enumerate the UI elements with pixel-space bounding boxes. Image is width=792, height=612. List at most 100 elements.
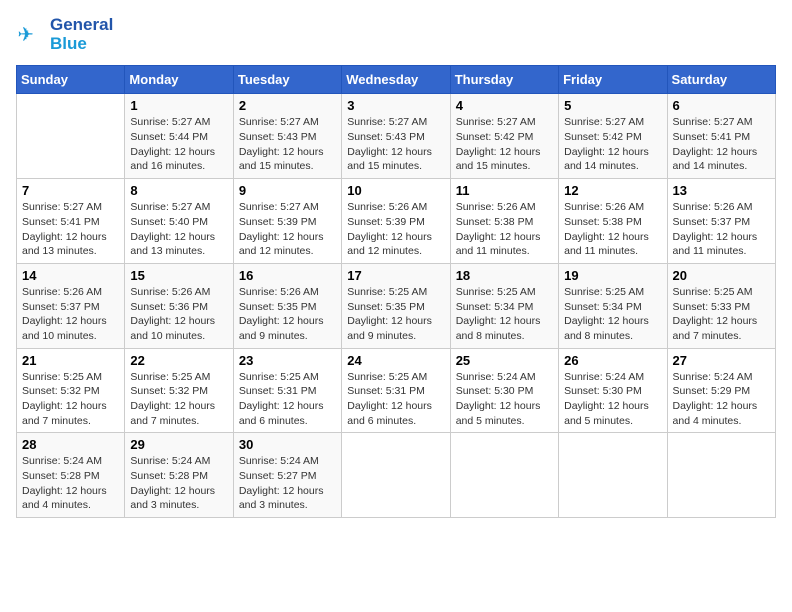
day-cell: 18 Sunrise: 5:25 AM Sunset: 5:34 PM Dayli…: [450, 263, 558, 348]
logo-line1: General: [50, 16, 113, 35]
week-row-5: 28 Sunrise: 5:24 AM Sunset: 5:28 PM Dayli…: [17, 433, 776, 518]
day-number: 8: [130, 183, 227, 198]
day-cell: 13 Sunrise: 5:26 AM Sunset: 5:37 PM Dayli…: [667, 179, 775, 264]
week-row-2: 7 Sunrise: 5:27 AM Sunset: 5:41 PM Daylig…: [17, 179, 776, 264]
day-info: Sunrise: 5:27 AM Sunset: 5:41 PM Dayligh…: [22, 200, 119, 259]
day-number: 21: [22, 353, 119, 368]
day-number: 10: [347, 183, 444, 198]
day-number: 16: [239, 268, 336, 283]
day-cell: 9 Sunrise: 5:27 AM Sunset: 5:39 PM Daylig…: [233, 179, 341, 264]
logo-icon: ✈: [16, 20, 46, 50]
day-number: 14: [22, 268, 119, 283]
day-cell: [450, 433, 558, 518]
day-number: 27: [673, 353, 770, 368]
logo: ✈ General Blue: [16, 16, 113, 53]
day-info: Sunrise: 5:27 AM Sunset: 5:42 PM Dayligh…: [456, 115, 553, 174]
day-cell: 29Sunrise: 5:24 AM Sunset: 5:28 PM Dayli…: [125, 433, 233, 518]
header-row: SundayMondayTuesdayWednesdayThursdayFrid…: [17, 66, 776, 94]
day-number: 29: [130, 437, 227, 452]
day-number: 19: [564, 268, 661, 283]
day-cell: 27 Sunrise: 5:24 AM Sunset: 5:29 PM Dayli…: [667, 348, 775, 433]
day-number: 5: [564, 98, 661, 113]
day-number: 25: [456, 353, 553, 368]
day-info: Sunrise: 5:26 AM Sunset: 5:36 PM Dayligh…: [130, 285, 227, 344]
day-cell: [559, 433, 667, 518]
day-number: 7: [22, 183, 119, 198]
day-cell: 1 Sunrise: 5:27 AM Sunset: 5:44 PM Daylig…: [125, 94, 233, 179]
day-info: Sunrise: 5:24 AM Sunset: 5:30 PM Dayligh…: [456, 370, 553, 429]
col-header-friday: Friday: [559, 66, 667, 94]
day-info: Sunrise: 5:27 AM Sunset: 5:41 PM Dayligh…: [673, 115, 770, 174]
day-info: Sunrise: 5:25 AM Sunset: 5:32 PM Dayligh…: [130, 370, 227, 429]
day-info: Sunrise: 5:27 AM Sunset: 5:43 PM Dayligh…: [347, 115, 444, 174]
day-number: 20: [673, 268, 770, 283]
day-info: Sunrise: 5:25 AM Sunset: 5:34 PM Dayligh…: [564, 285, 661, 344]
day-info: Sunrise: 5:27 AM Sunset: 5:39 PM Dayligh…: [239, 200, 336, 259]
day-cell: [17, 94, 125, 179]
day-info: Sunrise: 5:26 AM Sunset: 5:38 PM Dayligh…: [564, 200, 661, 259]
col-header-tuesday: Tuesday: [233, 66, 341, 94]
day-number: 24: [347, 353, 444, 368]
day-cell: 11 Sunrise: 5:26 AM Sunset: 5:38 PM Dayli…: [450, 179, 558, 264]
day-info: Sunrise: 5:25 AM Sunset: 5:34 PM Dayligh…: [456, 285, 553, 344]
day-number: 4: [456, 98, 553, 113]
day-info: Sunrise: 5:24 AM Sunset: 5:27 PM Dayligh…: [239, 454, 336, 513]
day-info: Sunrise: 5:27 AM Sunset: 5:44 PM Dayligh…: [130, 115, 227, 174]
day-number: 11: [456, 183, 553, 198]
day-number: 13: [673, 183, 770, 198]
day-cell: 8Sunrise: 5:27 AM Sunset: 5:40 PM Daylig…: [125, 179, 233, 264]
day-cell: 30 Sunrise: 5:24 AM Sunset: 5:27 PM Dayli…: [233, 433, 341, 518]
day-number: 9: [239, 183, 336, 198]
day-cell: 26 Sunrise: 5:24 AM Sunset: 5:30 PM Dayli…: [559, 348, 667, 433]
day-cell: 21 Sunrise: 5:25 AM Sunset: 5:32 PM Dayli…: [17, 348, 125, 433]
day-cell: 2Sunrise: 5:27 AM Sunset: 5:43 PM Daylig…: [233, 94, 341, 179]
day-cell: 17Sunrise: 5:25 AM Sunset: 5:35 PM Dayli…: [342, 263, 450, 348]
day-cell: 19 Sunrise: 5:25 AM Sunset: 5:34 PM Dayli…: [559, 263, 667, 348]
day-number: 1: [130, 98, 227, 113]
day-cell: 28 Sunrise: 5:24 AM Sunset: 5:28 PM Dayli…: [17, 433, 125, 518]
day-info: Sunrise: 5:25 AM Sunset: 5:31 PM Dayligh…: [239, 370, 336, 429]
day-info: Sunrise: 5:24 AM Sunset: 5:30 PM Dayligh…: [564, 370, 661, 429]
day-cell: 5Sunrise: 5:27 AM Sunset: 5:42 PM Daylig…: [559, 94, 667, 179]
day-number: 12: [564, 183, 661, 198]
col-header-monday: Monday: [125, 66, 233, 94]
day-cell: 22 Sunrise: 5:25 AM Sunset: 5:32 PM Dayli…: [125, 348, 233, 433]
day-info: Sunrise: 5:26 AM Sunset: 5:37 PM Dayligh…: [22, 285, 119, 344]
day-info: Sunrise: 5:24 AM Sunset: 5:28 PM Dayligh…: [22, 454, 119, 513]
day-cell: 6Sunrise: 5:27 AM Sunset: 5:41 PM Daylig…: [667, 94, 775, 179]
day-number: 2: [239, 98, 336, 113]
day-number: 30: [239, 437, 336, 452]
day-cell: 20 Sunrise: 5:25 AM Sunset: 5:33 PM Dayli…: [667, 263, 775, 348]
day-info: Sunrise: 5:26 AM Sunset: 5:38 PM Dayligh…: [456, 200, 553, 259]
day-cell: 15 Sunrise: 5:26 AM Sunset: 5:36 PM Dayli…: [125, 263, 233, 348]
day-info: Sunrise: 5:25 AM Sunset: 5:31 PM Dayligh…: [347, 370, 444, 429]
col-header-sunday: Sunday: [17, 66, 125, 94]
day-info: Sunrise: 5:24 AM Sunset: 5:29 PM Dayligh…: [673, 370, 770, 429]
day-cell: 10 Sunrise: 5:26 AM Sunset: 5:39 PM Dayli…: [342, 179, 450, 264]
day-number: 18: [456, 268, 553, 283]
day-number: 23: [239, 353, 336, 368]
day-cell: [667, 433, 775, 518]
svg-text:✈: ✈: [18, 24, 34, 46]
day-cell: 24 Sunrise: 5:25 AM Sunset: 5:31 PM Dayli…: [342, 348, 450, 433]
day-number: 15: [130, 268, 227, 283]
col-header-wednesday: Wednesday: [342, 66, 450, 94]
day-cell: 14 Sunrise: 5:26 AM Sunset: 5:37 PM Dayli…: [17, 263, 125, 348]
day-info: Sunrise: 5:25 AM Sunset: 5:32 PM Dayligh…: [22, 370, 119, 429]
day-cell: 12 Sunrise: 5:26 AM Sunset: 5:38 PM Dayli…: [559, 179, 667, 264]
day-info: Sunrise: 5:26 AM Sunset: 5:39 PM Dayligh…: [347, 200, 444, 259]
logo-line2: Blue: [50, 35, 113, 54]
week-row-4: 21 Sunrise: 5:25 AM Sunset: 5:32 PM Dayli…: [17, 348, 776, 433]
col-header-saturday: Saturday: [667, 66, 775, 94]
day-cell: 25 Sunrise: 5:24 AM Sunset: 5:30 PM Dayli…: [450, 348, 558, 433]
week-row-1: 1 Sunrise: 5:27 AM Sunset: 5:44 PM Daylig…: [17, 94, 776, 179]
page-header: ✈ General Blue: [16, 16, 776, 53]
day-cell: 4 Sunrise: 5:27 AM Sunset: 5:42 PM Daylig…: [450, 94, 558, 179]
day-number: 26: [564, 353, 661, 368]
day-number: 22: [130, 353, 227, 368]
day-info: Sunrise: 5:26 AM Sunset: 5:37 PM Dayligh…: [673, 200, 770, 259]
day-cell: 7 Sunrise: 5:27 AM Sunset: 5:41 PM Daylig…: [17, 179, 125, 264]
day-number: 28: [22, 437, 119, 452]
day-info: Sunrise: 5:25 AM Sunset: 5:33 PM Dayligh…: [673, 285, 770, 344]
day-number: 17: [347, 268, 444, 283]
